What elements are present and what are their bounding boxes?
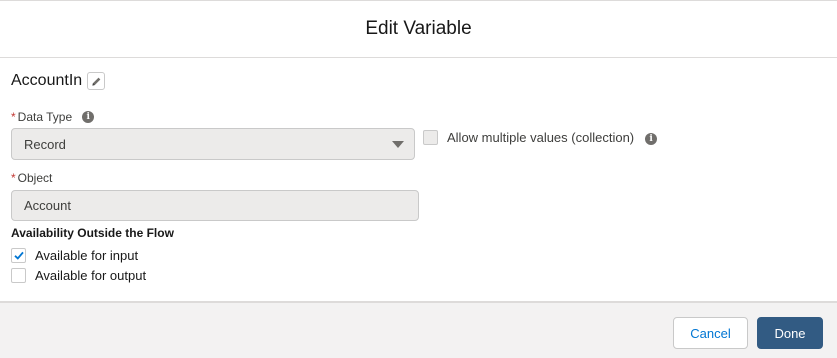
availability-heading: Availability Outside the Flow	[11, 226, 174, 240]
chevron-down-icon	[392, 141, 404, 148]
data-type-label-row: * Data Type i	[11, 110, 95, 124]
available-input-option: Available for input	[11, 248, 138, 263]
collection-label: Allow multiple values (collection)	[447, 130, 635, 145]
done-button[interactable]: Done	[757, 317, 823, 349]
available-output-checkbox[interactable]	[11, 268, 26, 283]
variable-name-row: AccountIn	[11, 72, 106, 90]
pencil-icon	[92, 77, 101, 86]
object-label: Object	[17, 171, 53, 185]
collection-option: Allow multiple values (collection) i	[423, 130, 658, 145]
required-marker: *	[11, 171, 16, 185]
collection-checkbox[interactable]	[423, 130, 438, 145]
data-type-select[interactable]: Record	[11, 128, 415, 160]
variable-name: AccountIn	[11, 72, 83, 89]
object-label-row: * Object	[11, 171, 52, 185]
available-output-option: Available for output	[11, 268, 146, 283]
object-field[interactable]: Account	[11, 190, 419, 221]
available-output-label: Available for output	[35, 268, 147, 283]
modal-footer: Cancel Done	[0, 301, 837, 358]
data-type-value: Record	[24, 136, 66, 152]
checkmark-icon	[13, 251, 24, 260]
available-input-label: Available for input	[35, 248, 139, 263]
data-type-label: Data Type	[17, 110, 73, 124]
edit-name-button[interactable]	[87, 72, 106, 90]
info-icon[interactable]: i	[645, 133, 658, 145]
modal-title: Edit Variable	[365, 17, 472, 39]
info-icon[interactable]: i	[82, 111, 95, 123]
object-value: Account	[24, 198, 71, 213]
cancel-button[interactable]: Cancel	[673, 317, 748, 349]
required-marker: *	[11, 110, 16, 124]
available-input-checkbox[interactable]	[11, 248, 26, 263]
modal-header: Edit Variable	[0, 0, 837, 58]
